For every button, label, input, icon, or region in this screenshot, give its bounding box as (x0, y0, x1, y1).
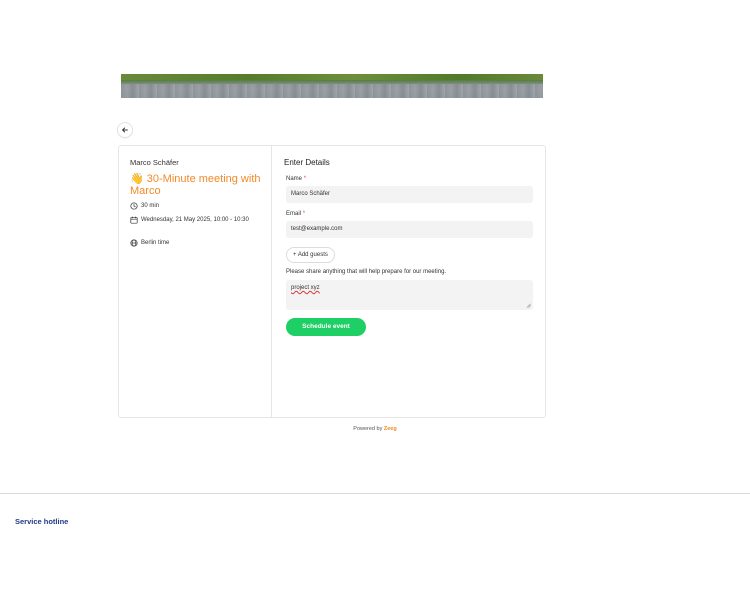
resize-grip-icon[interactable] (526, 303, 531, 308)
add-guests-button[interactable]: + Add guests (286, 247, 335, 263)
required-mark: * (302, 211, 306, 217)
name-label: Name * (286, 176, 306, 182)
event-title: 👋 30-Minute meeting with Marco (130, 173, 265, 197)
notes-textarea[interactable]: project xyz (286, 280, 533, 310)
banner-trees (121, 74, 543, 80)
timezone-row: Berlin time (130, 239, 260, 248)
name-label-text: Name (286, 176, 303, 182)
calendar-icon (130, 216, 138, 224)
powered-by: Powered by Zeeg (0, 426, 750, 432)
duration-row: 30 min (130, 202, 260, 211)
schedule-event-button[interactable]: Schedule event (286, 318, 366, 336)
email-field[interactable]: test@example.com (286, 221, 533, 238)
required-mark: * (303, 176, 307, 182)
powered-by-text: Powered by (353, 426, 383, 432)
globe-icon (130, 239, 138, 247)
datetime-row: Wednesday, 21 May 2025, 10:00 - 10:30 (130, 216, 260, 225)
banner-image (121, 74, 543, 98)
timezone-text: Berlin time (141, 240, 170, 246)
duration-text: 30 min (141, 203, 160, 209)
name-field[interactable]: Marco Schäfer (286, 186, 533, 203)
booking-card: Marco Schäfer 👋 30-Minute meeting with M… (118, 145, 546, 418)
email-label: Email * (286, 211, 305, 217)
clock-icon (130, 202, 138, 210)
brand-link[interactable]: Zeeg (384, 426, 397, 432)
event-summary-panel: Marco Schäfer 👋 30-Minute meeting with M… (119, 146, 272, 417)
wave-emoji: 👋 (130, 173, 144, 185)
banner-path (121, 84, 543, 98)
event-title-text: 30-Minute meeting with Marco (130, 173, 261, 197)
arrow-left-icon (122, 127, 128, 133)
footer-divider (0, 493, 750, 494)
form-heading: Enter Details (284, 158, 330, 167)
service-hotline-link[interactable]: Service hotline (15, 517, 68, 526)
details-form: Enter Details Name * Marco Schäfer Email… (272, 146, 545, 417)
notes-label: Please share anything that will help pre… (286, 269, 447, 275)
datetime-text: Wednesday, 21 May 2025, 10:00 - 10:30 (141, 217, 249, 223)
email-label-text: Email (286, 211, 302, 217)
organizer-name: Marco Schäfer (130, 158, 179, 167)
back-button[interactable] (118, 123, 132, 137)
notes-value: project xyz (291, 285, 320, 291)
